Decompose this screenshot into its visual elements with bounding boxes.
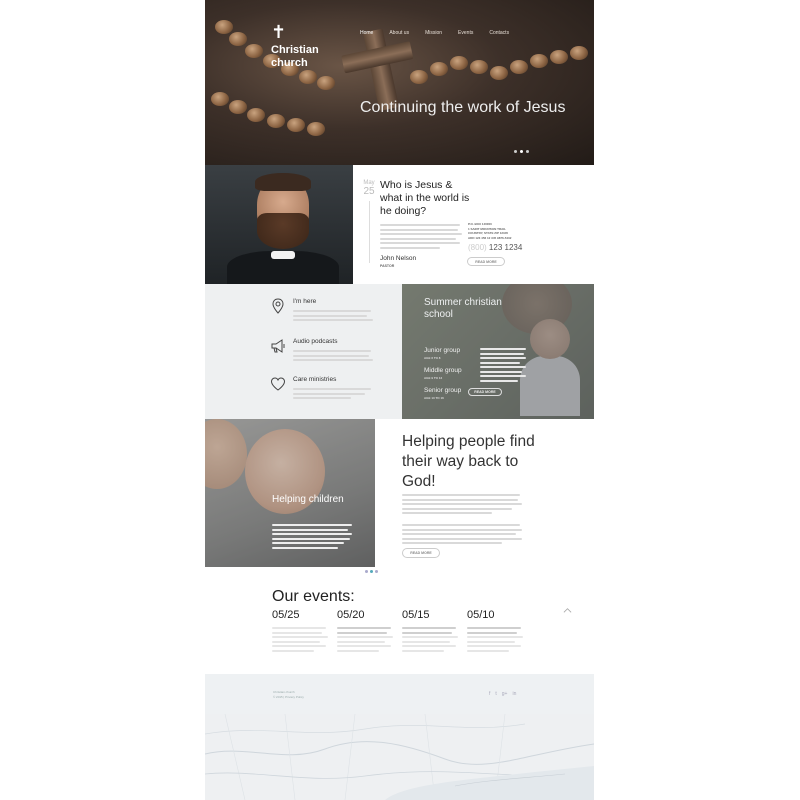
helping-read-more-button[interactable]: READ MORE xyxy=(402,548,440,558)
post-date: May 25 xyxy=(360,180,378,263)
footer-copyright: © 2015 | Privacy Policy xyxy=(273,695,304,699)
event-item[interactable]: 05/15 xyxy=(402,609,458,654)
chevron-up-icon[interactable] xyxy=(563,606,572,615)
heart-icon xyxy=(270,377,286,391)
event-item[interactable]: 05/20 xyxy=(337,609,393,654)
author-name: John Nelson xyxy=(380,255,417,262)
nav-item-mission[interactable]: Mission xyxy=(425,30,442,36)
cross-icon: ✝ xyxy=(271,22,287,43)
children-text-placeholder xyxy=(272,524,352,551)
pastor-photo xyxy=(205,165,353,284)
slider-dot[interactable] xyxy=(370,570,373,573)
slider-dot[interactable] xyxy=(365,570,368,573)
event-item[interactable]: 05/10 xyxy=(467,609,523,654)
bead-decoration xyxy=(450,56,468,70)
nav-item-about[interactable]: About us xyxy=(389,30,409,36)
bead-decoration xyxy=(317,76,335,90)
contact-phone: (800) 123 1234 xyxy=(468,243,523,252)
main-nav: Home About us Mission Events Contacts xyxy=(360,30,525,36)
nav-item-home[interactable]: Home xyxy=(360,30,373,36)
contact-address: P.O. BOX 140000 1 SAINT MOUNTAIN TRAIL C… xyxy=(468,222,512,240)
post-title: Who is Jesus & what in the world is he d… xyxy=(380,179,470,217)
school-group-junior: Junior group AGE 6 TO 8 xyxy=(424,347,461,360)
bead-decoration xyxy=(215,20,233,34)
service-title: Audio podcasts xyxy=(293,338,338,345)
facebook-icon[interactable]: f xyxy=(489,691,490,697)
bead-decoration xyxy=(570,46,588,60)
map-graphic xyxy=(205,714,594,800)
pastor-read-more-button[interactable]: READ MORE xyxy=(467,257,505,266)
hero-banner: ✝ Christian church Home About us Mission… xyxy=(205,0,594,165)
bead-decoration xyxy=(530,54,548,68)
site-logo[interactable]: ✝ Christian church xyxy=(271,24,331,70)
event-date: 05/10 xyxy=(467,609,495,621)
page: ✝ Christian church Home About us Mission… xyxy=(205,0,594,800)
bead-decoration xyxy=(211,92,229,106)
children-slider-dots xyxy=(365,570,378,573)
nav-item-contacts[interactable]: Contacts xyxy=(489,30,509,36)
helping-title: Helping people find their way back to Go… xyxy=(402,433,535,490)
services-panel: I'm here Audio podcasts Care ministries xyxy=(205,284,402,419)
bead-decoration xyxy=(490,66,508,80)
twitter-icon[interactable]: t xyxy=(495,691,496,697)
event-date: 05/25 xyxy=(272,609,300,621)
megaphone-icon xyxy=(271,339,285,353)
school-group-senior: Senior group AGE 13 TO 16 xyxy=(424,387,462,400)
footer-text: Christian church © 2015 | Privacy Policy xyxy=(273,690,304,700)
bead-decoration xyxy=(229,32,247,46)
bead-decoration xyxy=(550,50,568,64)
slider-dot[interactable] xyxy=(375,570,378,573)
school-panel: Summer christian school Junior group AGE … xyxy=(402,284,594,419)
map[interactable] xyxy=(205,714,594,800)
author-role: PASTOR xyxy=(380,264,395,268)
event-date: 05/15 xyxy=(402,609,430,621)
bead-decoration xyxy=(430,62,448,76)
slider-dot[interactable] xyxy=(526,150,529,153)
social-links: f t g+ in xyxy=(489,691,516,697)
bead-decoration xyxy=(247,108,265,122)
school-title: Summer christian school xyxy=(424,297,502,320)
school-read-more-button[interactable]: READ MORE xyxy=(468,388,502,396)
events-heading: Our events: xyxy=(272,588,355,605)
helping-text-placeholder xyxy=(402,524,522,547)
site-name: Christian church xyxy=(271,44,319,69)
hero-title: Continuing the work of Jesus xyxy=(360,99,566,116)
post-date-day: 25 xyxy=(363,186,375,197)
nav-item-events[interactable]: Events xyxy=(458,30,473,36)
linkedin-icon[interactable]: in xyxy=(512,691,516,697)
service-title: I'm here xyxy=(293,298,317,305)
slider-dot[interactable] xyxy=(520,150,523,153)
slider-dot[interactable] xyxy=(514,150,517,153)
bead-decoration xyxy=(470,60,488,74)
footer: Christian church © 2015 | Privacy Policy… xyxy=(205,674,594,714)
service-title: Care ministries xyxy=(293,376,337,383)
bead-decoration xyxy=(299,70,317,84)
school-group-middle: Middle group AGE 9 TO 12 xyxy=(424,367,462,380)
bead-decoration xyxy=(510,60,528,74)
bead-decoration xyxy=(307,122,325,136)
event-item[interactable]: 05/25 xyxy=(272,609,328,654)
map-pin-icon xyxy=(272,298,284,314)
hero-slider-dots xyxy=(514,150,529,153)
bead-decoration xyxy=(245,44,263,58)
bead-decoration xyxy=(229,100,247,114)
helping-text-placeholder xyxy=(402,494,522,517)
children-title: Helping children xyxy=(272,494,344,505)
bead-decoration xyxy=(287,118,305,132)
event-date: 05/20 xyxy=(337,609,365,621)
bead-decoration xyxy=(267,114,285,128)
google-plus-icon[interactable]: g+ xyxy=(502,691,508,697)
post-text-placeholder xyxy=(380,224,462,251)
